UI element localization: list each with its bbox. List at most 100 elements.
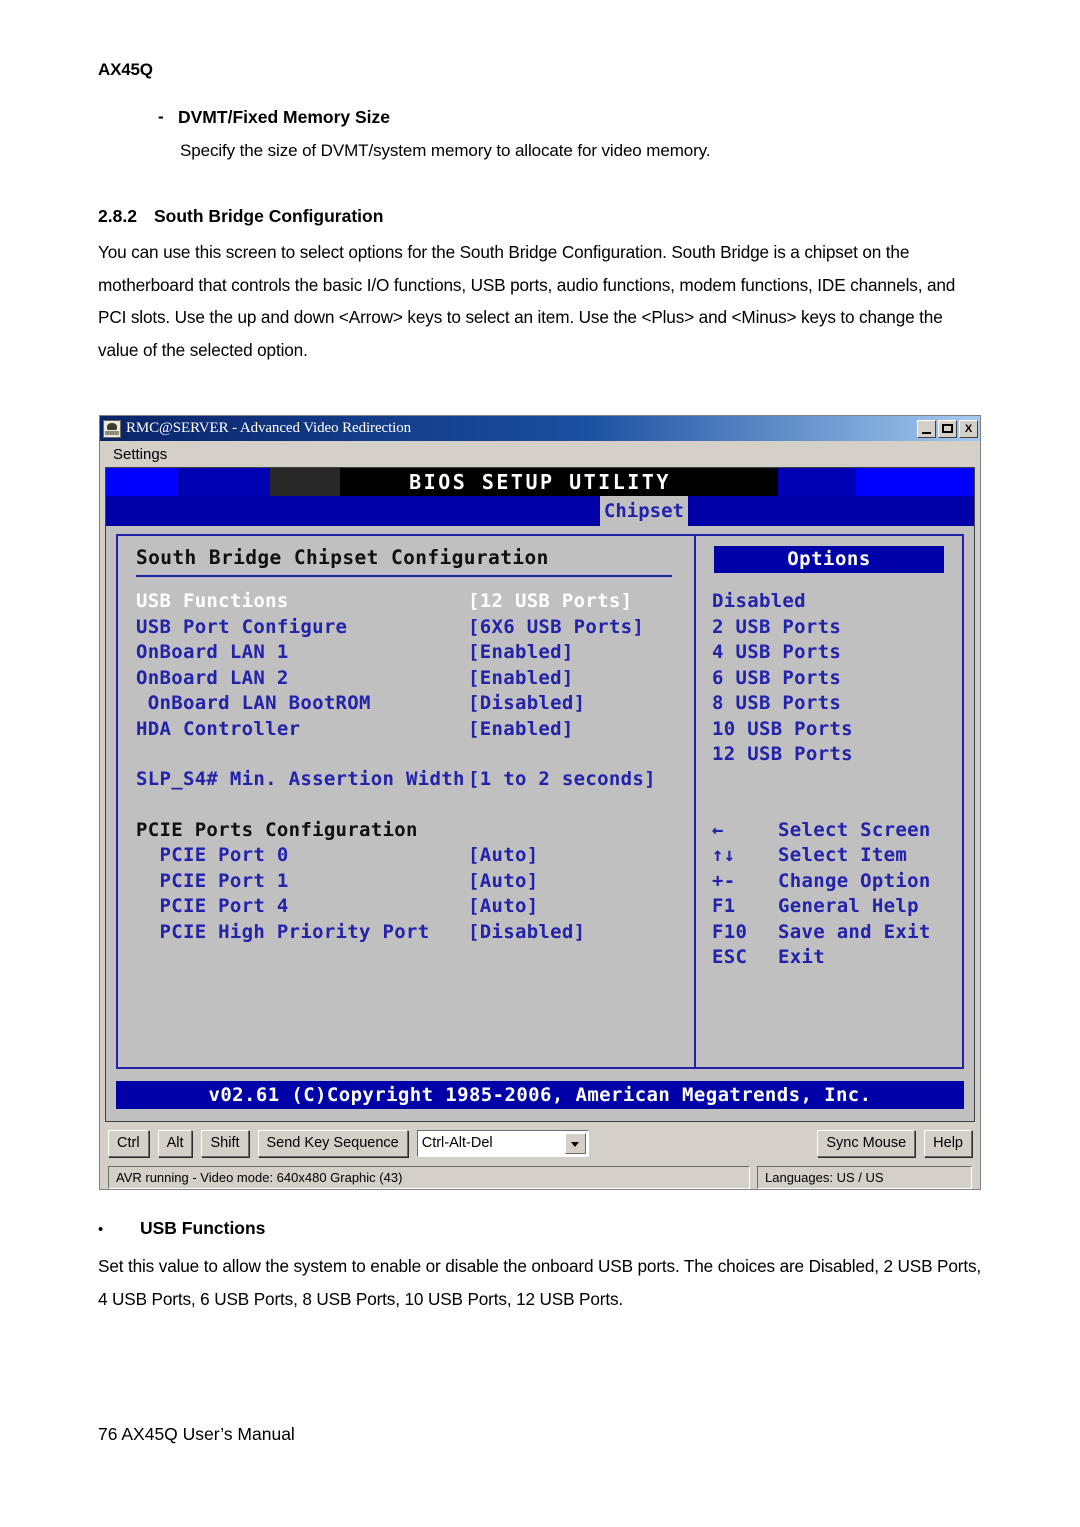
setting-row-usb-port-configure[interactable]: USB Port Configure [6X6 USB Ports] (136, 615, 694, 641)
section-number: 2.8.2 (98, 206, 137, 226)
setting-key: OnBoard LAN 2 (136, 666, 289, 689)
window-title-text: RMC@SERVER - Advanced Video Redirection (126, 420, 412, 436)
option-item[interactable]: 12 USB Ports (696, 742, 962, 768)
option-item[interactable]: Disabled (696, 589, 962, 615)
bios-options-panel: Options Disabled 2 USB Ports 4 USB Ports… (696, 536, 962, 1067)
setting-value: [Auto] (468, 869, 539, 892)
setting-value: [12 USB Ports] (468, 590, 633, 612)
bios-title-bar: BIOS SETUP UTILITY (106, 468, 974, 496)
plus-minus-icon: +- (712, 869, 736, 892)
java-coffee-cup-icon (103, 419, 121, 438)
help-label: Change Option (778, 869, 931, 892)
setting-row-onboard-lan-bootrom[interactable]: OnBoard LAN BootROM [Disabled] (136, 691, 694, 717)
bios-copyright-bar: v02.61 (C)Copyright 1985-2006, American … (116, 1081, 964, 1109)
setting-row-pcie-port-1[interactable]: PCIE Port 1 [Auto] (136, 869, 694, 895)
option-item[interactable]: 8 USB Ports (696, 691, 962, 717)
setting-key: OnBoard LAN 1 (136, 641, 289, 663)
dot-bullet-icon: • (98, 1221, 104, 1238)
setting-value: [Disabled] (468, 692, 586, 714)
setting-value: [Disabled] (468, 920, 586, 943)
setting-row-hda-controller[interactable]: HDA Controller [Enabled] (136, 717, 694, 743)
setting-value: [6X6 USB Ports] (468, 615, 645, 638)
help-label: Save and Exit (778, 920, 931, 943)
setting-key: SLP_S4# Min. Assertion Width (136, 768, 465, 790)
help-button[interactable]: Help (924, 1129, 972, 1157)
setting-value: [Auto] (468, 895, 539, 917)
setting-row-pcie-high-priority-port[interactable]: PCIE High Priority Port [Disabled] (136, 920, 694, 946)
window-controls: X (917, 419, 978, 438)
window-title-bar: RMC@SERVER - Advanced Video Redirection … (100, 416, 980, 441)
close-icon[interactable]: X (959, 419, 978, 438)
setting-key: PCIE Port 0 (136, 844, 289, 866)
bios-tab-bar: Chipset (106, 496, 974, 526)
pcie-group-title: PCIE Ports Configuration (136, 818, 418, 841)
status-text-left: AVR running - Video mode: 640x480 Graphi… (108, 1165, 750, 1189)
setting-key: HDA Controller (136, 717, 301, 740)
usb-functions-paragraph: Set this value to allow the system to en… (98, 1256, 982, 1309)
page-footer: 76 AX45Q User’s Manual (98, 1424, 295, 1444)
arrow-left-icon: ← (712, 818, 724, 841)
setting-row-usb-functions[interactable]: USB Functions [12 USB Ports] (136, 589, 694, 615)
alt-button[interactable]: Alt (157, 1129, 193, 1157)
setting-key: PCIE Port 1 (136, 869, 289, 892)
setting-value: [Enabled] (468, 666, 574, 689)
bios-title: BIOS SETUP UTILITY (409, 470, 671, 494)
option-item[interactable]: 4 USB Ports (696, 640, 962, 666)
page-title: AX45Q (98, 60, 153, 79)
send-key-sequence-button[interactable]: Send Key Sequence (257, 1129, 408, 1157)
menu-bar: Settings (100, 441, 980, 467)
menu-item-settings[interactable]: Settings (109, 445, 171, 464)
help-key-select-screen: ← Select Screen (696, 818, 962, 844)
f1-key-label: F1 (712, 895, 736, 917)
dvmt-bullet-item: - DVMT/Fixed Memory Size (98, 107, 978, 128)
setting-row-onboard-lan-1[interactable]: OnBoard LAN 1 [Enabled] (136, 640, 694, 666)
setting-row-onboard-lan-2[interactable]: OnBoard LAN 2 [Enabled] (136, 666, 694, 692)
bios-content: South Bridge Chipset Configuration USB F… (116, 534, 964, 1069)
intro-paragraph: You can use this screen to select option… (98, 242, 956, 360)
help-label: Select Item (778, 844, 908, 866)
usb-functions-label: USB Functions (140, 1218, 266, 1238)
key-sequence-value: Ctrl-Alt-Del (421, 1135, 493, 1151)
setting-value: [Enabled] (468, 641, 574, 663)
avr-window: RMC@SERVER - Advanced Video Redirection … (99, 415, 981, 1190)
maximize-icon[interactable] (938, 419, 957, 438)
sync-mouse-button[interactable]: Sync Mouse (817, 1129, 916, 1157)
option-item[interactable]: 6 USB Ports (696, 666, 962, 692)
help-label: General Help (778, 895, 919, 917)
option-item[interactable]: 10 USB Ports (696, 717, 962, 743)
setting-value: [1 to 2 seconds] (468, 768, 656, 790)
setting-key: USB Functions (136, 590, 289, 612)
dvmt-description: Specify the size of DVMT/system memory t… (180, 141, 711, 160)
setting-key: PCIE High Priority Port (136, 920, 430, 943)
setting-value: [Auto] (468, 844, 539, 866)
option-item[interactable]: 2 USB Ports (696, 615, 962, 641)
arrow-up-down-icon: ↑↓ (712, 844, 736, 866)
status-text-right: Languages: US / US (757, 1165, 972, 1189)
shift-button[interactable]: Shift (201, 1129, 249, 1157)
help-key-change-option: +- Change Option (696, 869, 962, 895)
help-label: Exit (778, 946, 825, 968)
setting-row-pcie-port-4[interactable]: PCIE Port 4 [Auto] (136, 894, 694, 920)
dvmt-bullet-label: DVMT/Fixed Memory Size (178, 107, 390, 127)
tab-chipset[interactable]: Chipset (599, 496, 688, 526)
options-header: Options (714, 546, 944, 573)
bios-settings-panel: South Bridge Chipset Configuration USB F… (118, 536, 696, 1067)
help-label: Select Screen (778, 818, 931, 841)
setting-value: [Enabled] (468, 717, 574, 740)
avr-status-bar: AVR running - Video mode: 640x480 Graphi… (100, 1164, 980, 1194)
setting-row-pcie-port-0[interactable]: PCIE Port 0 [Auto] (136, 843, 694, 869)
key-sequence-dropdown[interactable]: Ctrl-Alt-Del (416, 1129, 589, 1157)
minimize-icon[interactable] (917, 419, 936, 438)
help-key-exit: ESC Exit (696, 945, 962, 971)
bios-panel-title: South Bridge Chipset Configuration (136, 546, 549, 569)
help-key-general-help: F1 General Help (696, 894, 962, 920)
ctrl-button[interactable]: Ctrl (108, 1129, 149, 1157)
chevron-down-icon[interactable] (564, 1132, 586, 1154)
setting-row-slp-s4[interactable]: SLP_S4# Min. Assertion Width [1 to 2 sec… (136, 767, 694, 793)
dash-bullet-icon: - (158, 107, 164, 126)
setting-key: PCIE Port 4 (136, 895, 289, 917)
help-key-save-and-exit: F10 Save and Exit (696, 920, 962, 946)
esc-key-label: ESC (712, 946, 748, 968)
setting-key: OnBoard LAN BootROM (136, 692, 371, 714)
usb-functions-bullet-item: • USB Functions (98, 1218, 265, 1239)
